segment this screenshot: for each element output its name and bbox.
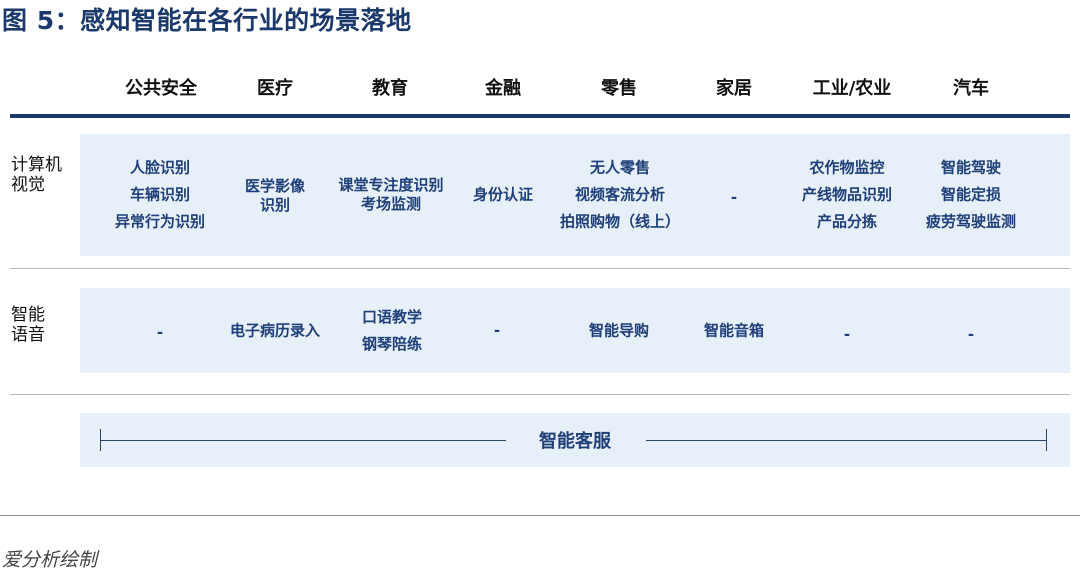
cell-cv-retail: 无人零售 视频客流分析 拍照购物（线上）	[559, 158, 681, 231]
column-header-automotive: 汽车	[953, 78, 989, 99]
span-label-customer-service: 智能客服	[539, 431, 611, 452]
row-divider-1	[10, 268, 1070, 269]
cell-cv-public-safety: 人脸识别 车辆识别 异常行为识别	[114, 158, 206, 231]
column-header-industry-agriculture: 工业/农业	[812, 78, 892, 99]
cell-cv-automotive: 智能驾驶 智能定损 疲劳驾驶监测	[925, 158, 1017, 231]
source-note: 爱分析绘制	[2, 549, 98, 571]
header-rule	[10, 114, 1070, 118]
span-line-right	[646, 440, 1046, 441]
column-header-public-safety: 公共安全	[125, 78, 197, 99]
cell-voice-retail: 智能导购	[588, 321, 650, 340]
cell-voice-home: 智能音箱	[703, 321, 765, 340]
cell-cv-healthcare: 医学影像 识别	[244, 177, 306, 214]
row-band-intelligent-voice	[80, 288, 1070, 373]
cell-cv-finance: 身份认证	[472, 185, 534, 204]
cell-voice-automotive: -	[967, 325, 975, 344]
span-line-left	[100, 440, 506, 441]
figure: 图 5：感知智能在各行业的场景落地 公共安全 医疗 教育 金融 零售 家居 工业…	[0, 0, 1080, 579]
column-header-education: 教育	[372, 78, 408, 99]
column-header-retail: 零售	[601, 78, 637, 99]
footer-rule	[0, 515, 1080, 516]
span-end-tick	[1046, 429, 1047, 451]
column-header-healthcare: 医疗	[257, 78, 293, 99]
column-header-finance: 金融	[485, 78, 521, 99]
cell-cv-education: 课堂专注度识别 考场监测	[338, 176, 444, 213]
cell-cv-industry-agriculture: 农作物监控 产线物品识别 产品分拣	[801, 158, 893, 231]
cell-voice-education: 口语教学 钢琴陪练	[361, 308, 423, 353]
row-label-computer-vision: 计算机 视觉	[11, 155, 62, 195]
cell-cv-home: -	[730, 188, 738, 207]
cell-voice-healthcare: 电子病历录入	[229, 321, 321, 340]
cell-voice-public-safety: -	[156, 323, 164, 342]
row-divider-2	[10, 394, 1070, 395]
figure-title: 图 5：感知智能在各行业的场景落地	[2, 6, 412, 35]
row-label-intelligent-voice: 智能 语音	[11, 305, 45, 345]
cell-voice-industry-agriculture: -	[843, 325, 851, 344]
cell-voice-finance: -	[493, 321, 501, 340]
column-header-home: 家居	[716, 78, 752, 99]
